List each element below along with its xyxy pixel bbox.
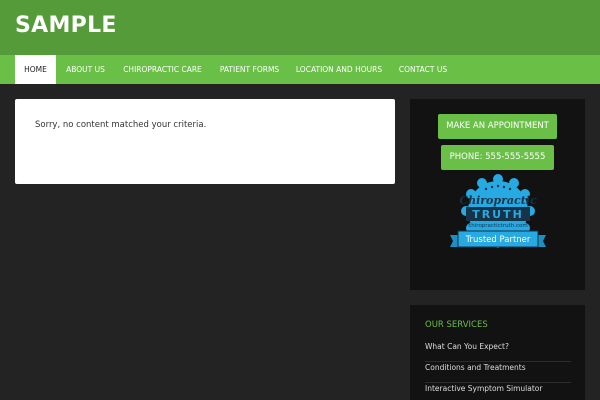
badge-line2: TRUTH — [472, 208, 524, 221]
nav-item-chiropractic-care[interactable]: CHIROPRACTIC CARE — [115, 55, 210, 84]
badge-ribbon-text: Trusted Partner — [465, 235, 531, 245]
badge-line1: Chiropractic — [459, 194, 537, 207]
sidebar-cta-widget: MAKE AN APPOINTMENT PHONE: 555-555-5555 … — [410, 99, 585, 290]
site-title[interactable]: SAMPLE — [15, 13, 117, 38]
services-title: OUR SERVICES — [425, 320, 488, 330]
make-appointment-button[interactable]: MAKE AN APPOINTMENT — [438, 114, 557, 139]
content-area: Sorry, no content matched your criteria. — [15, 99, 395, 184]
no-content-message: Sorry, no content matched your criteria. — [35, 120, 207, 130]
services-widget: OUR SERVICES What Can You Expect? Condit… — [410, 305, 585, 400]
site-header: SAMPLE — [0, 0, 600, 55]
nav-item-about-us[interactable]: ABOUT US — [57, 55, 114, 84]
chiropractic-truth-badge[interactable]: Chiropractic TRUTH chiropractictruth.com… — [446, 173, 550, 265]
service-link-interactive-symptom-simulator[interactable]: Interactive Symptom Simulator — [425, 383, 571, 400]
badge-url: chiropractictruth.com — [468, 223, 527, 229]
nav-item-location-and-hours[interactable]: LOCATION AND HOURS — [289, 55, 389, 84]
nav-item-home[interactable]: HOME — [15, 55, 56, 84]
service-link-what-can-you-expect[interactable]: What Can You Expect? — [425, 341, 571, 362]
nav-item-contact-us[interactable]: CONTACT US — [390, 55, 456, 84]
phone-button[interactable]: PHONE: 555-555-5555 — [441, 145, 554, 170]
nav-item-patient-forms[interactable]: PATIENT FORMS — [211, 55, 288, 84]
service-link-conditions-and-treatments[interactable]: Conditions and Treatments — [425, 362, 571, 383]
main-nav: HOME ABOUT US CHIROPRACTIC CARE PATIENT … — [0, 55, 600, 84]
